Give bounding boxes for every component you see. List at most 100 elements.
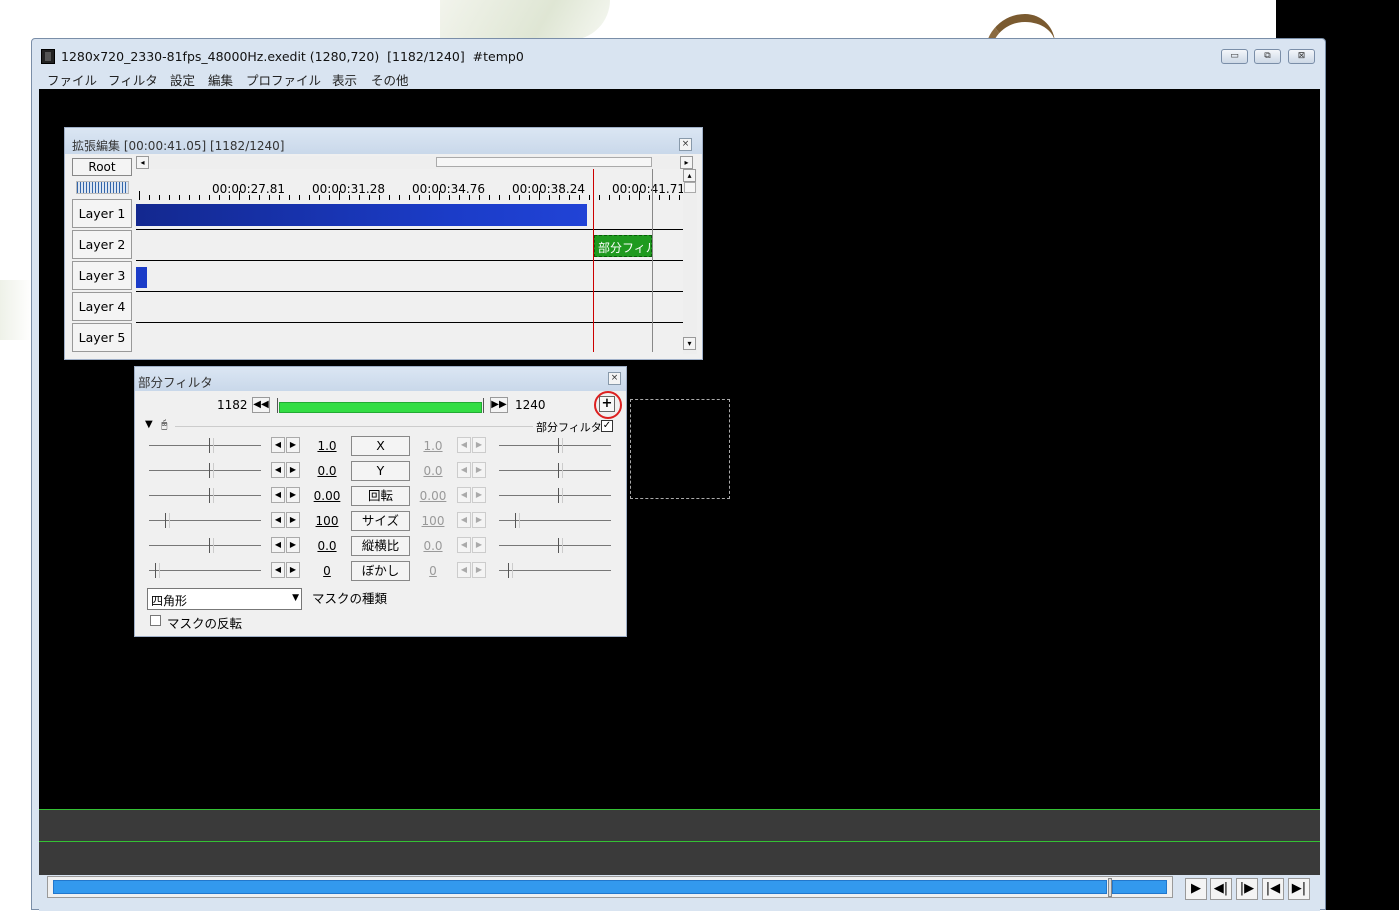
ruler-tick bbox=[239, 191, 240, 200]
start-value-slider[interactable] bbox=[155, 563, 160, 578]
ruler-tick bbox=[539, 191, 540, 200]
title-bar: 1280x720_2330-81fps_48000Hz.exedit (1280… bbox=[32, 39, 1325, 69]
layer-1-label[interactable]: Layer 1 bbox=[72, 199, 132, 228]
decrement-button[interactable]: ◀ bbox=[271, 487, 285, 503]
start-value-slider[interactable] bbox=[165, 513, 170, 528]
play-button[interactable]: ▶ bbox=[1185, 878, 1207, 900]
end-frame: 1240 bbox=[515, 398, 546, 412]
collapse-triangle-icon[interactable]: ▼ bbox=[145, 419, 153, 430]
decrement-button[interactable]: ◀ bbox=[271, 512, 285, 528]
start-value[interactable]: 0.0 bbox=[307, 539, 347, 553]
layer-3-lane[interactable] bbox=[136, 262, 683, 292]
start-value[interactable]: 0.0 bbox=[307, 464, 347, 478]
invert-mask-checkbox[interactable] bbox=[150, 615, 161, 626]
vertical-scrollbar[interactable]: ▴ ▾ bbox=[683, 169, 697, 354]
menu-file[interactable]: ファイル bbox=[47, 70, 97, 89]
highlight-circle bbox=[594, 391, 622, 419]
menu-filter[interactable]: フィルタ bbox=[108, 70, 158, 89]
menu-settings[interactable]: 設定 bbox=[170, 70, 195, 89]
increment-button[interactable]: ▶ bbox=[286, 562, 300, 578]
end-value-stepper: ◀ ▶ bbox=[457, 562, 487, 578]
scroll-down-button[interactable]: ▾ bbox=[683, 337, 696, 350]
zoom-gauge[interactable] bbox=[76, 181, 129, 194]
mask-type-select[interactable]: 四角形 ▼ bbox=[147, 588, 302, 610]
filter-close-button[interactable]: × bbox=[608, 372, 621, 385]
increment-button[interactable]: ▶ bbox=[286, 462, 300, 478]
layer-4-lane[interactable] bbox=[136, 293, 683, 323]
go-start-button[interactable]: |◀ bbox=[1262, 878, 1284, 900]
param-name-button[interactable]: 縦横比 bbox=[351, 536, 410, 556]
frame-range-bar[interactable] bbox=[277, 398, 484, 413]
layer-2-lane[interactable]: 部分フィル bbox=[136, 231, 683, 261]
end-value-slider[interactable] bbox=[558, 463, 563, 478]
close-button[interactable]: ⊠ bbox=[1288, 49, 1315, 64]
param-name-button[interactable]: サイズ bbox=[351, 511, 410, 531]
clip-layer-1[interactable] bbox=[136, 204, 587, 226]
menu-view[interactable]: 表示 bbox=[332, 70, 357, 89]
clip-partial-filter[interactable]: 部分フィル bbox=[594, 235, 652, 257]
menu-edit[interactable]: 編集 bbox=[208, 70, 233, 89]
end-value-slider[interactable] bbox=[558, 438, 563, 453]
end-value-slider[interactable] bbox=[558, 538, 563, 553]
prev-frame-button[interactable]: ◀| bbox=[1210, 878, 1232, 900]
increment-button: ▶ bbox=[472, 512, 486, 528]
decrement-button[interactable]: ◀ bbox=[271, 537, 285, 553]
minimize-button[interactable]: ▭ bbox=[1221, 49, 1248, 64]
scroll-left-button[interactable]: ◂ bbox=[136, 156, 149, 169]
end-value-slider[interactable] bbox=[508, 563, 513, 578]
start-value[interactable]: 0.00 bbox=[307, 489, 347, 503]
start-value[interactable]: 100 bbox=[307, 514, 347, 528]
menu-profile[interactable]: プロファイル bbox=[246, 70, 321, 89]
param-name-button[interactable]: Y bbox=[351, 461, 410, 481]
start-value-slider[interactable] bbox=[209, 463, 214, 478]
decrement-button[interactable]: ◀ bbox=[271, 462, 285, 478]
time-ruler[interactable]: 00:00:27.81 00:00:31.28 00:00:34.76 00:0… bbox=[136, 169, 685, 200]
vertical-scroll-thumb[interactable] bbox=[684, 182, 696, 193]
param-name-button[interactable]: 回転 bbox=[351, 486, 410, 506]
start-value-slider[interactable] bbox=[209, 438, 214, 453]
increment-button[interactable]: ▶ bbox=[286, 537, 300, 553]
scroll-up-button[interactable]: ▴ bbox=[683, 169, 696, 182]
decrement-button[interactable]: ◀ bbox=[271, 562, 285, 578]
increment-button[interactable]: ▶ bbox=[286, 437, 300, 453]
desktop-wallpaper-leaf bbox=[440, 0, 610, 40]
start-value-slider[interactable] bbox=[209, 488, 214, 503]
start-value-slider[interactable] bbox=[209, 538, 214, 553]
mouse-icon[interactable]: 🖰 bbox=[161, 418, 168, 432]
restore-button[interactable]: ⧉ bbox=[1254, 49, 1281, 64]
menu-other[interactable]: その他 bbox=[371, 70, 409, 89]
layer-1-lane[interactable] bbox=[136, 200, 683, 230]
decrement-button[interactable]: ◀ bbox=[271, 437, 285, 453]
next-frame-button[interactable]: |▶ bbox=[1236, 878, 1258, 900]
go-end-button[interactable]: ▶| bbox=[1288, 878, 1310, 900]
start-value[interactable]: 0 bbox=[307, 564, 347, 578]
start-value[interactable]: 1.0 bbox=[307, 439, 347, 453]
increment-button[interactable]: ▶ bbox=[286, 487, 300, 503]
increment-button[interactable]: ▶ bbox=[286, 512, 300, 528]
playhead[interactable] bbox=[593, 169, 594, 352]
go-end-frame-button[interactable]: ▶▶ bbox=[490, 397, 508, 413]
clip-layer-3[interactable] bbox=[136, 267, 147, 288]
end-value-stepper: ◀ ▶ bbox=[457, 437, 487, 453]
layer-3-label[interactable]: Layer 3 bbox=[72, 261, 132, 290]
increment-button: ▶ bbox=[472, 562, 486, 578]
waveform-strip-lower bbox=[39, 841, 1320, 875]
increment-button: ▶ bbox=[472, 487, 486, 503]
object-enable-checkbox[interactable]: ✓ bbox=[601, 420, 613, 432]
scroll-right-button[interactable]: ▸ bbox=[680, 156, 693, 169]
horizontal-scrollbar[interactable] bbox=[150, 156, 683, 169]
layer-2-label[interactable]: Layer 2 bbox=[72, 230, 132, 259]
timeline-close-button[interactable]: × bbox=[679, 138, 692, 151]
layer-5-lane[interactable] bbox=[136, 324, 683, 354]
end-value-slider[interactable] bbox=[515, 513, 520, 528]
layer-4-label[interactable]: Layer 4 bbox=[72, 292, 132, 321]
end-value-slider[interactable] bbox=[558, 488, 563, 503]
horizontal-scroll-thumb[interactable] bbox=[436, 157, 652, 167]
root-button[interactable]: Root bbox=[72, 158, 132, 176]
layer-5-label[interactable]: Layer 5 bbox=[72, 323, 132, 352]
go-start-frame-button[interactable]: ◀◀ bbox=[252, 397, 270, 413]
mask-preview-rect[interactable] bbox=[630, 399, 730, 499]
param-name-button[interactable]: X bbox=[351, 436, 410, 456]
param-name-button[interactable]: ぼかし bbox=[351, 561, 410, 581]
seek-bar[interactable] bbox=[47, 876, 1173, 898]
